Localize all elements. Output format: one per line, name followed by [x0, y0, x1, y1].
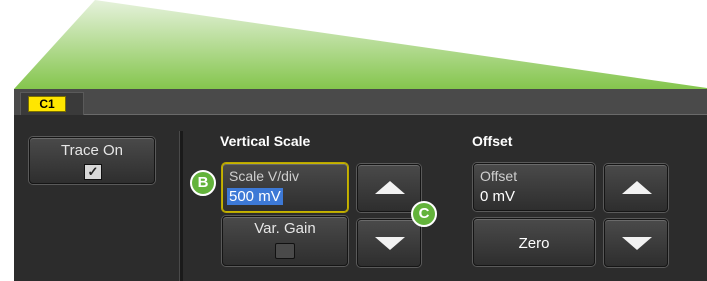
offset-up-button[interactable]	[604, 164, 668, 212]
trace-on-button[interactable]: Trace On ✓	[29, 137, 155, 184]
annotation-badge-c: C	[411, 201, 437, 227]
trace-on-checkbox[interactable]: ✓	[84, 164, 102, 180]
offset-down-button[interactable]	[604, 219, 668, 267]
triangle-down-icon	[375, 237, 405, 250]
var-gain-button[interactable]: Var. Gain	[222, 216, 348, 266]
scale-vdiv-value[interactable]: 500 mV	[227, 188, 283, 205]
zero-button[interactable]: Zero	[473, 218, 595, 266]
triangle-up-icon	[622, 181, 652, 194]
scale-vdiv-label: Scale V/div	[229, 168, 300, 184]
panel-divider	[179, 131, 183, 281]
offset-title: Offset	[472, 133, 513, 149]
scale-down-button[interactable]	[357, 219, 421, 267]
offset-value[interactable]: 0 mV	[480, 188, 515, 205]
zero-label: Zero	[518, 235, 550, 252]
scale-vdiv-field[interactable]: Scale V/div 500 mV	[222, 163, 348, 212]
tab-strip	[14, 89, 707, 115]
tab-underline	[84, 114, 707, 115]
var-gain-label: Var. Gain	[254, 220, 316, 237]
triangle-up-icon	[375, 181, 405, 194]
offset-field[interactable]: Offset 0 mV	[473, 163, 595, 211]
offset-label: Offset	[480, 168, 518, 184]
checkmark-icon: ✓	[87, 164, 99, 179]
tab-c1-label[interactable]: C1	[28, 96, 66, 112]
trace-on-label: Trace On	[61, 142, 123, 159]
scale-up-button[interactable]	[357, 164, 421, 212]
vertical-scale-title: Vertical Scale	[220, 133, 311, 149]
var-gain-checkbox[interactable]	[275, 243, 295, 259]
annotation-badge-b: B	[190, 170, 216, 196]
triangle-down-icon	[622, 237, 652, 250]
callout-wedge	[14, 0, 707, 96]
